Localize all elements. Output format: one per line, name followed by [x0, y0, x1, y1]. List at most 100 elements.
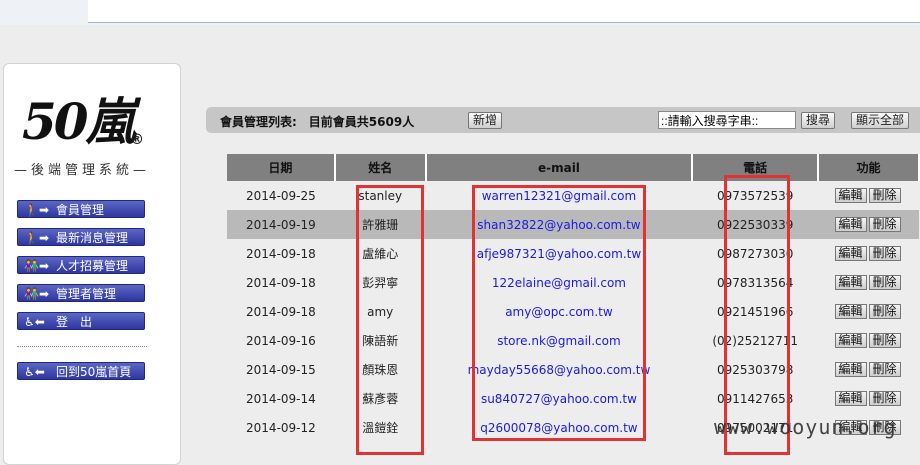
edit-button[interactable]: 編輯 — [834, 333, 867, 348]
edit-button[interactable]: 編輯 — [834, 391, 867, 406]
delete-button[interactable]: 刪除 — [868, 362, 901, 377]
email-link[interactable]: q2600078@yahoo.com.tw — [480, 421, 637, 435]
delete-button[interactable]: 刪除 — [868, 391, 901, 406]
name-cell: 顏珠恩 — [362, 363, 399, 377]
edit-button[interactable]: 編輯 — [834, 304, 867, 319]
column-header-phone: 電話 — [692, 154, 820, 181]
delete-button[interactable]: 刪除 — [868, 333, 901, 348]
table-row: 2014-09-18 彭羿寧 122elaine@gmail.com 09783135… — [227, 268, 919, 297]
date-cell: 2014-09-12 — [246, 420, 316, 435]
delete-button[interactable]: 刪除 — [868, 304, 901, 319]
menu-home-link[interactable]: ♿⬅ 回到50嵐首頁 — [17, 362, 145, 380]
date-cell: 2014-09-18 — [246, 275, 316, 290]
date-cell: 2014-09-16 — [246, 333, 316, 348]
actions-cell: 編輯 刪除 — [818, 268, 919, 297]
email-cell: q2600078@yahoo.com.tw — [426, 413, 693, 442]
table-row: 2014-09-19 許雅珊 shan32822@yahoo.com.tw 09225… — [227, 210, 919, 239]
table-row: 2014-09-15 顏珠恩 mayday55668@yahoo.com.tw 092… — [227, 355, 919, 384]
show-all-button[interactable]: 顯示全部 — [851, 112, 910, 129]
date-cell: 2014-09-18 — [246, 304, 316, 319]
name-cell: 許雅珊 — [334, 210, 426, 239]
sidebar: 50嵐 ® —後端管理系統— 🚶➡ 會員管理 🚶➡ 最新消息管理 👫➡ 人才招募管理 … — [3, 63, 181, 465]
email-link[interactable]: shan32822@yahoo.com.tw — [477, 218, 640, 232]
email-link[interactable]: su840727@yahoo.com.tw — [481, 392, 637, 406]
name-cell: 蘇彥蓉 — [362, 392, 399, 406]
menu-recruitment-management[interactable]: 👫➡ 人才招募管理 — [17, 256, 145, 274]
people-arrow-icon: 👫➡ — [24, 259, 49, 273]
email-link[interactable]: warren12321@gmail.com — [482, 189, 637, 203]
member-table: 日期 姓名 e-mail 電話 功能 2014-09-25 stanley warr… — [227, 154, 920, 442]
date-cell: 2014-09-18 — [246, 246, 316, 261]
delete-button[interactable]: 刪除 — [868, 188, 901, 203]
phone-cell: 0922530339 — [692, 210, 819, 239]
add-button[interactable]: 新增 — [468, 112, 503, 129]
menu-admin-management[interactable]: 👫➡ 管理者管理 — [17, 284, 145, 302]
name-cell: 盧維心 — [362, 247, 399, 261]
walker-arrow-icon: 🚶➡ — [24, 231, 49, 245]
date-cell: 2014-09-14 — [246, 391, 316, 406]
logo-text: 50嵐 — [22, 92, 136, 151]
name-cell: 彭羿寧 — [362, 276, 399, 290]
email-cell: afje987321@yahoo.com.tw — [426, 239, 693, 268]
edit-button[interactable]: 編輯 — [834, 188, 867, 203]
email-link[interactable]: 122elaine@gmail.com — [492, 276, 626, 290]
actions-cell: 編輯 刪除 — [818, 355, 919, 384]
list-toolbar: 會員管理列表: 目前會員共5609人 新增 搜尋 顯示全部 — [206, 107, 920, 133]
wheelchair-arrow-icon: ♿⬅ — [24, 315, 45, 329]
name-cell: 溫鎧銓 — [362, 421, 399, 435]
menu-label: 回到50嵐首頁 — [56, 365, 132, 379]
column-header-email: e-mail — [425, 154, 694, 181]
date-cell: 2014-09-19 — [227, 210, 335, 239]
search-button[interactable]: 搜尋 — [801, 112, 836, 129]
date-cell: 2014-09-25 — [246, 188, 316, 203]
column-header-date: 日期 — [227, 154, 336, 181]
phone-cell: 0925303798 — [717, 362, 794, 377]
menu-label: 人才招募管理 — [56, 259, 129, 273]
table-row: 2014-09-18 盧維心 afje987321@yahoo.com.tw 0987… — [227, 239, 919, 268]
menu-label: 最新消息管理 — [56, 231, 129, 245]
name-cell: 陳語新 — [362, 334, 399, 348]
email-cell: 122elaine@gmail.com — [426, 268, 693, 297]
people-arrow-icon: 👫➡ — [24, 287, 49, 301]
edit-button[interactable]: 編輯 — [834, 275, 867, 290]
actions-cell: 編輯 刪除 — [818, 239, 919, 268]
phone-cell: (02)25212711 — [712, 333, 799, 348]
delete-button[interactable]: 刪除 — [868, 217, 901, 232]
menu-label: 會員管理 — [56, 203, 105, 217]
column-header-name: 姓名 — [334, 154, 427, 181]
email-cell: mayday55668@yahoo.com.tw — [426, 355, 693, 384]
email-link[interactable]: store.nk@gmail.com — [497, 334, 621, 348]
edit-button[interactable]: 編輯 — [834, 246, 867, 261]
menu-label: 登 出 — [56, 315, 93, 329]
phone-cell: 0973572539 — [717, 188, 794, 203]
name-cell: stanley — [358, 188, 403, 203]
edit-button[interactable]: 編輯 — [834, 362, 867, 377]
email-cell: shan32822@yahoo.com.tw — [425, 210, 693, 239]
table-row: 2014-09-25 stanley warren12321@gmail.com 09… — [227, 181, 919, 210]
system-subtitle: —後端管理系統— — [14, 163, 151, 178]
email-cell: su840727@yahoo.com.tw — [426, 384, 693, 413]
table-row: 2014-09-18 amy amy@opc.com.tw 0921451966 編輯刪… — [227, 297, 919, 326]
phone-cell: 0987273030 — [717, 246, 794, 261]
delete-button[interactable]: 刪除 — [868, 275, 901, 290]
email-link[interactable]: mayday55668@yahoo.com.tw — [468, 363, 651, 377]
actions-cell: 編輯 刪除 — [818, 326, 919, 355]
email-link[interactable]: amy@opc.com.tw — [505, 305, 612, 319]
column-header-actions: 功能 — [818, 154, 920, 181]
menu-logout[interactable]: ♿⬅ 登 出 — [17, 312, 145, 330]
menu-divider — [17, 346, 147, 347]
logo: 50嵐 ® — [22, 92, 152, 154]
delete-button[interactable]: 刪除 — [868, 246, 901, 261]
menu-member-management[interactable]: 🚶➡ 會員管理 — [17, 200, 145, 218]
email-link[interactable]: afje987321@yahoo.com.tw — [477, 247, 641, 261]
actions-cell: 編輯 刪除 — [818, 384, 919, 413]
menu-news-management[interactable]: 🚶➡ 最新消息管理 — [17, 228, 145, 246]
search-input[interactable] — [658, 111, 796, 129]
wheelchair-arrow-icon: ♿⬅ — [24, 365, 45, 379]
list-title: 會員管理列表: 目前會員共5609人 — [220, 115, 415, 129]
actions-cell: 編輯 刪除 — [818, 297, 919, 326]
phone-cell: 0978313564 — [717, 275, 794, 290]
email-cell: warren12321@gmail.com — [426, 181, 693, 210]
edit-button[interactable]: 編輯 — [834, 217, 867, 232]
email-cell: amy@opc.com.tw — [426, 297, 693, 326]
